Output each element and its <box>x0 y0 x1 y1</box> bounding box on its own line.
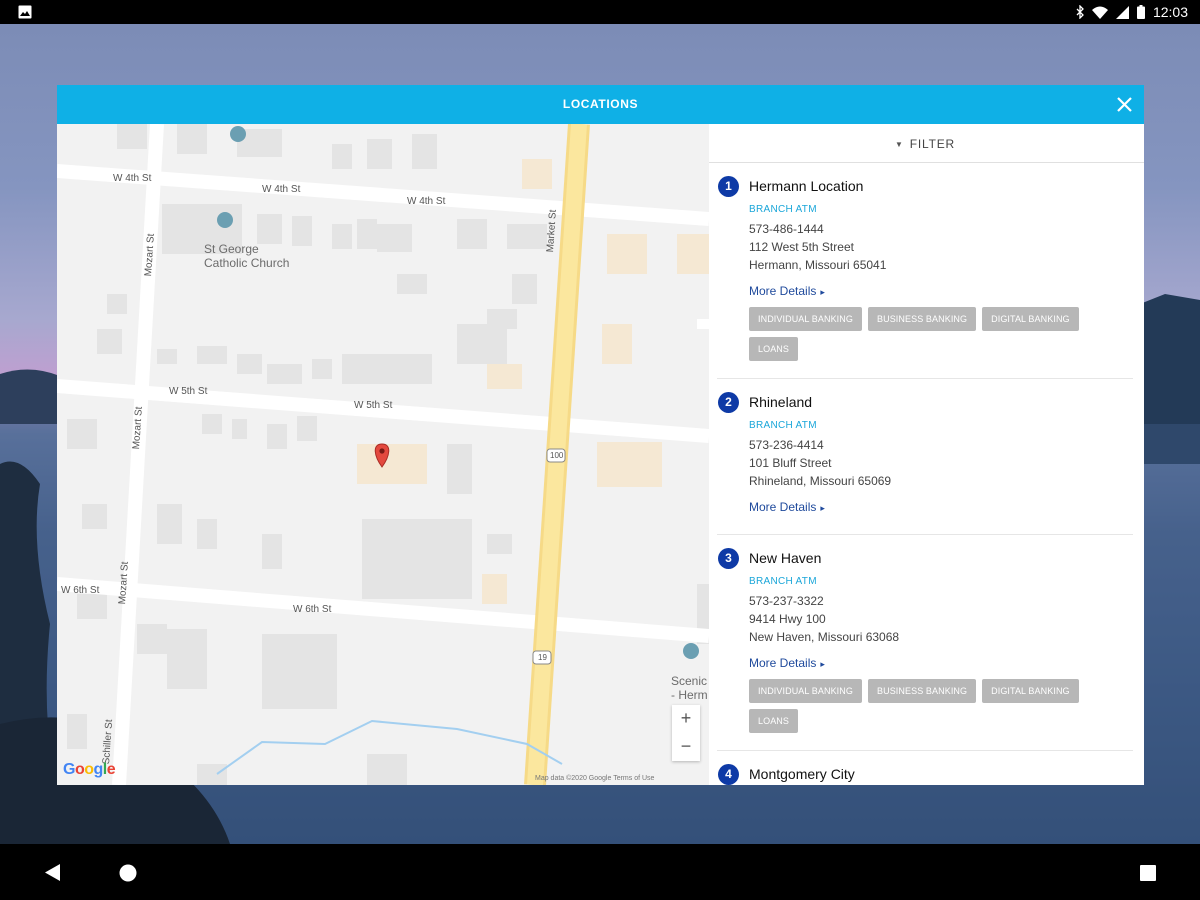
route-shield-label: 19 <box>538 653 547 662</box>
zoom-controls: + − <box>672 705 700 761</box>
divider <box>717 534 1133 535</box>
chevron-right-icon: ▸ <box>820 659 825 669</box>
location-phone[interactable]: 573-237-3322 <box>749 594 824 608</box>
map-attribution[interactable]: Map data ©2020 Google Terms of Use <box>535 775 654 782</box>
status-bar: 12:03 <box>0 0 1200 24</box>
home-icon[interactable] <box>119 864 137 882</box>
locations-dialog: LOCATIONS W 4th St W 4th St W 4th St W 5… <box>57 85 1144 785</box>
locations-list-panel[interactable]: ▼ FILTER 1 Hermann Location BRANCH ATM 5… <box>709 124 1144 785</box>
location-card: 1 Hermann Location BRANCH ATM 573-486-14… <box>709 174 1144 374</box>
location-card: 2 Rhineland BRANCH ATM 573-236-4414 101 … <box>709 390 1144 530</box>
battery-icon <box>1136 5 1145 19</box>
close-icon[interactable] <box>1115 95 1134 114</box>
location-type: BRANCH ATM <box>749 576 817 587</box>
street-label: W 4th St <box>262 184 301 195</box>
location-name[interactable]: Hermann Location <box>749 178 863 194</box>
zoom-in-button[interactable]: + <box>672 705 700 733</box>
location-name[interactable]: Rhineland <box>749 394 812 410</box>
tag-individual-banking[interactable]: INDIVIDUAL BANKING <box>749 679 862 703</box>
street-label: W 6th St <box>293 604 332 615</box>
clock: 12:03 <box>1152 4 1188 20</box>
google-logo[interactable]: Google <box>63 761 116 779</box>
location-city: Rhineland, Missouri 65069 <box>749 474 892 488</box>
wifi-icon <box>1091 6 1108 19</box>
filter-button[interactable]: ▼ FILTER <box>895 136 955 152</box>
location-number-badge: 1 <box>718 176 739 197</box>
divider <box>717 750 1133 751</box>
location-phone[interactable]: 573-486-1444 <box>749 222 824 236</box>
dialog-header: LOCATIONS <box>57 85 1144 124</box>
filter-label: FILTER <box>909 137 955 151</box>
map-canvas <box>57 124 709 785</box>
service-tags: INDIVIDUAL BANKING BUSINESS BANKING DIGI… <box>749 679 1129 733</box>
street-label: W 5th St <box>354 400 393 411</box>
location-card: 3 New Haven BRANCH ATM 573-237-3322 9414… <box>709 546 1144 746</box>
back-icon[interactable] <box>45 864 61 881</box>
location-phone[interactable]: 573-236-4414 <box>749 438 824 452</box>
street-label: W 6th St <box>61 585 100 596</box>
poi-label-church[interactable]: St George Catholic Church <box>204 242 289 270</box>
tag-loans[interactable]: LOANS <box>749 709 799 733</box>
tag-loans[interactable]: LOANS <box>749 337 799 361</box>
street-label: W 4th St <box>113 173 152 184</box>
street-label: W 4th St <box>407 196 446 207</box>
street-label: W 5th St <box>169 386 208 397</box>
tag-business-banking[interactable]: BUSINESS BANKING <box>868 679 977 703</box>
location-type: BRANCH ATM <box>749 204 817 215</box>
filter-bar: ▼ FILTER <box>709 124 1144 163</box>
location-street: 101 Bluff Street <box>749 456 832 470</box>
location-name[interactable]: New Haven <box>749 550 821 566</box>
zoom-out-button[interactable]: − <box>672 733 700 761</box>
bluetooth-icon <box>1076 5 1084 19</box>
poi-label-scenic[interactable]: Scenic - Herm <box>671 674 708 702</box>
signal-icon <box>1115 5 1129 19</box>
tag-business-banking[interactable]: BUSINESS BANKING <box>868 307 977 331</box>
tag-digital-banking[interactable]: DIGITAL BANKING <box>982 307 1079 331</box>
caret-down-icon: ▼ <box>895 139 904 149</box>
location-card: 4 Montgomery City <box>709 762 1144 785</box>
recents-icon[interactable] <box>1140 865 1156 881</box>
more-details-link[interactable]: More Details ▸ <box>749 656 825 670</box>
status-icons: 12:03 <box>1076 3 1188 21</box>
more-details-link[interactable]: More Details ▸ <box>749 284 825 298</box>
location-city: Hermann, Missouri 65041 <box>749 258 887 272</box>
location-street: 112 West 5th Street <box>749 240 854 254</box>
chevron-right-icon: ▸ <box>820 503 825 513</box>
map-view[interactable]: W 4th St W 4th St W 4th St W 5th St W 5t… <box>57 124 709 785</box>
chevron-right-icon: ▸ <box>820 287 825 297</box>
location-street: 9414 Hwy 100 <box>749 612 826 626</box>
route-shield-label: 100 <box>550 451 564 460</box>
tag-individual-banking[interactable]: INDIVIDUAL BANKING <box>749 307 862 331</box>
tag-digital-banking[interactable]: DIGITAL BANKING <box>982 679 1079 703</box>
divider <box>717 378 1133 379</box>
location-number-badge: 2 <box>718 392 739 413</box>
location-number-badge: 4 <box>718 764 739 785</box>
service-tags: INDIVIDUAL BANKING BUSINESS BANKING DIGI… <box>749 307 1129 361</box>
location-number-badge: 3 <box>718 548 739 569</box>
navigation-bar <box>0 844 1200 900</box>
location-name[interactable]: Montgomery City <box>749 766 855 782</box>
gallery-icon <box>18 5 32 19</box>
more-details-link[interactable]: More Details ▸ <box>749 500 825 514</box>
dialog-title: LOCATIONS <box>562 97 639 111</box>
location-city: New Haven, Missouri 63068 <box>749 630 900 644</box>
location-type: BRANCH ATM <box>749 420 817 431</box>
